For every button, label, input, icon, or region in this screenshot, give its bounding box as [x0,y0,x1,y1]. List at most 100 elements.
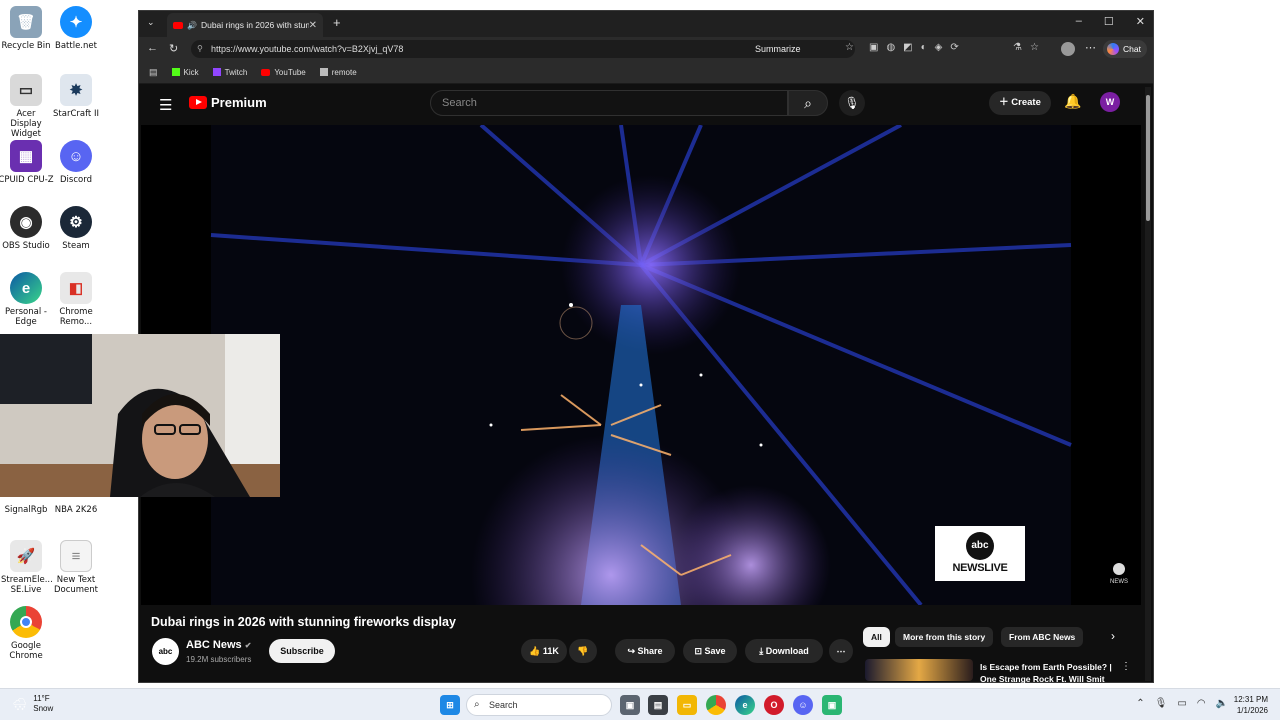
voice-search-button[interactable]: 🎙 [839,90,865,116]
youtube-icon [261,68,271,76]
hamburger-menu-icon[interactable]: ☰ [159,96,172,114]
clock[interactable]: 12:31 PM 1/1/2026 [1234,694,1268,716]
snow-weather-icon: 🌨 [12,697,28,711]
speaker-icon[interactable]: 🔊 [187,21,197,30]
desktop-icon-new-text-document[interactable]: ≡ New Text Document [50,540,102,595]
copilot-chat-button[interactable]: Chat [1103,40,1147,58]
subscriber-count: 19.2M subscribers [186,655,252,664]
steam-icon: ⚙ [60,206,92,238]
minimize-icon[interactable]: – [1076,15,1082,28]
back-icon[interactable]: ← [147,42,158,54]
widgets-icon[interactable]: ▤ [648,695,668,715]
display-tray-icon[interactable]: ▭ [1177,698,1186,709]
desktop-icon-signalrgb[interactable]: SignalRgb [0,497,52,515]
desktop-icon-starcraft[interactable]: ✸ StarCraft II [50,74,102,119]
edge-taskbar-icon[interactable]: e [735,695,755,715]
profile-avatar-icon[interactable] [1061,42,1075,56]
tab-close-icon[interactable]: ✕ [309,20,317,31]
desktop-icon-chrome-remote[interactable]: ◧ Chrome Remo... [50,272,102,327]
desktop-icon-discord[interactable]: ☺ Discord [50,140,102,185]
verified-check-icon: ✔ [244,641,252,650]
chrome-taskbar-icon[interactable] [706,695,726,715]
save-button[interactable]: ⊡ Save [683,639,737,663]
account-avatar[interactable]: W [1100,92,1120,112]
more-menu-icon[interactable]: ⋯ [1085,41,1096,54]
subscribe-button[interactable]: Subscribe [269,639,335,663]
download-button[interactable]: ⤓ Download [745,639,823,663]
abc-news-live-badge: abc NEWSLIVE [935,526,1025,581]
opera-taskbar-icon[interactable]: O [764,695,784,715]
search-input[interactable]: Search [430,90,788,116]
bookmark-icon: ⊡ [694,646,705,656]
tab-active[interactable]: 🔊 Dubai rings in 2026 with stunni ✕ [167,13,323,37]
recycle-bin-icon: 🗑 [10,6,42,38]
microphone-tray-icon[interactable]: 🎙 [1155,698,1168,709]
maximize-icon[interactable]: ☐ [1104,15,1114,28]
extensions-icons[interactable]: ▣◍◩◐◈⟳ [869,42,967,53]
channel-name[interactable]: ABC News ✔ [186,639,251,651]
close-window-icon[interactable]: ✕ [1136,15,1145,28]
chips-next-chevron-icon[interactable]: › [1111,629,1115,643]
kick-icon [171,68,180,76]
new-tab-button[interactable]: + [333,15,341,30]
search-button[interactable]: ⌕ [788,90,828,116]
recommended-menu-icon[interactable]: ⋮ [1121,661,1131,672]
plus-icon: ＋ [999,97,1012,108]
bookmark-twitch[interactable]: Twitch [212,68,247,77]
desktop-icon-edge[interactable]: e Personal - Edge [0,272,52,327]
app-taskbar-icon[interactable]: ▣ [822,695,842,715]
chip-all[interactable]: All [863,627,890,647]
task-view-icon[interactable]: ▣ [620,695,640,715]
svg-text:NEWS: NEWS [1110,579,1128,585]
remote-icon [319,68,328,76]
desktop-icon-battle-net[interactable]: ✦ Battle.net [50,6,102,51]
bookmark-remote[interactable]: remote [319,68,357,77]
like-button[interactable]: 👍 11K [521,639,567,663]
video-player[interactable]: NEWS abc NEWSLIVE [141,125,1141,605]
page-scrollbar[interactable] [1145,87,1151,681]
bookmark-kick[interactable]: Kick [171,68,199,77]
system-tray: ⌃ 🎙 ▭ ◠ 🔈 [1136,698,1228,709]
bookmark-youtube[interactable]: YouTube [261,68,306,77]
start-windows-icon[interactable]: ⊞ [440,695,460,715]
desktop-icon-chrome[interactable]: Google Chrome [0,606,52,661]
desktop-icon-recycle-bin[interactable]: 🗑 Recycle Bin [0,6,52,51]
chip-from-abc-news[interactable]: From ABC News [1001,627,1084,647]
tab-list-chevron-icon[interactable]: ⌄ [147,17,155,28]
channel-avatar[interactable]: abc [152,638,179,665]
site-info-icon[interactable]: ⚲ [197,40,203,58]
wifi-icon[interactable]: ◠ [1197,698,1206,709]
share-button[interactable]: ↪ Share [615,639,675,663]
scrollbar-thumb[interactable] [1146,95,1150,221]
desktop-icon-cpuz[interactable]: ▦ CPUID CPU-Z [0,140,54,185]
volume-icon[interactable]: 🔈 [1216,698,1228,709]
notifications-bell-icon[interactable]: 🔔 [1064,93,1081,110]
youtube-header: ☰ Premium Search ⌕ 🎙 ＋ Create 🔔 W [139,84,1153,124]
desktop-icon-obs[interactable]: ◉ OBS Studio [0,206,52,251]
weather-widget[interactable]: 🌨 11°F Snow [12,694,53,714]
tray-overflow-icon[interactable]: ⌃ [1136,698,1144,709]
create-button[interactable]: ＋ Create [989,91,1051,115]
youtube-play-icon [189,96,207,109]
chip-more-from-this-story[interactable]: More from this story [895,627,994,647]
dislike-button[interactable]: 👎 [569,639,597,663]
summarize-button[interactable]: Summarize [755,37,801,61]
desktop-icon-acer-display-widget[interactable]: ▭ Acer Display Widget [0,74,52,139]
toolbar-icons[interactable]: ⚗☆ [1013,42,1047,53]
desktop-icon-streamelements[interactable]: 🚀 StreamEle... SE.Live [0,540,53,595]
taskbar-search-icon: ⌕ [474,699,480,710]
desktop-icon-nba2k26[interactable]: NBA 2K26 [50,497,102,515]
file-explorer-icon[interactable]: ▭ [677,695,697,715]
more-actions-button[interactable]: ⋯ [829,639,853,663]
bookmark-folder-icon[interactable]: ▤ [149,67,158,78]
tab-bar: ⌄ 🔊 Dubai rings in 2026 with stunni ✕ + … [139,11,1153,37]
acer-display-widget-icon: ▭ [10,74,42,106]
recommended-title[interactable]: Is Escape from Earth Possible? | One Str… [980,661,1120,685]
discord-taskbar-icon[interactable]: ☺ [793,695,813,715]
taskbar-search[interactable]: ⌕ Search [466,694,612,716]
youtube-logo[interactable]: Premium [189,95,267,110]
desktop-icon-steam[interactable]: ⚙ Steam [50,206,102,251]
refresh-icon[interactable]: ↻ [169,42,178,55]
recommended-thumbnail[interactable] [865,659,973,681]
favorite-star-icon[interactable]: ☆ [845,42,854,53]
